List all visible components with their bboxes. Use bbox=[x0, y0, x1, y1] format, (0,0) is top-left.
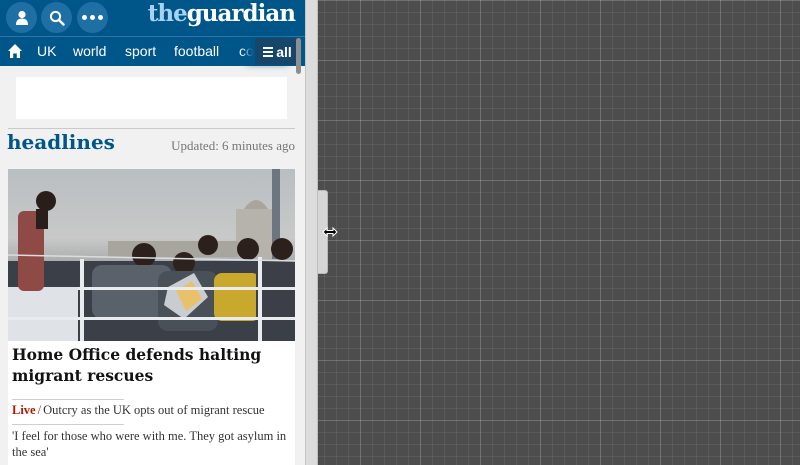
logo-name: guardian bbox=[186, 0, 296, 27]
logo-the: the bbox=[147, 0, 188, 27]
nav-item-world[interactable]: world bbox=[73, 43, 106, 59]
scrollbar-thumb[interactable] bbox=[296, 38, 301, 74]
updated-timestamp: Updated: 6 minutes ago bbox=[171, 138, 295, 153]
section-title[interactable]: headlines bbox=[7, 130, 115, 154]
more-button[interactable] bbox=[77, 2, 108, 33]
nav-item-sport[interactable]: sport bbox=[125, 43, 156, 59]
live-separator: / bbox=[37, 403, 42, 417]
more-dots-icon bbox=[81, 15, 105, 20]
home-icon[interactable] bbox=[7, 43, 23, 59]
headline-title[interactable]: Home Office defends halting migrant resc… bbox=[12, 344, 292, 386]
hero-photo-illustration bbox=[8, 169, 295, 341]
headline-card[interactable]: Home Office defends halting migrant resc… bbox=[8, 169, 295, 465]
section-divider bbox=[8, 128, 295, 129]
nav-item-football[interactable]: football bbox=[174, 43, 219, 59]
person-icon bbox=[15, 10, 28, 25]
live-badge: Live bbox=[12, 403, 36, 417]
nav-item-uk[interactable]: UK bbox=[37, 43, 56, 59]
search-icon bbox=[49, 10, 65, 26]
viewport-border bbox=[305, 0, 318, 465]
search-button[interactable] bbox=[41, 2, 72, 33]
sublink-live-text: Outcry as the UK opts out of migrant res… bbox=[43, 403, 265, 417]
sublink-live[interactable]: Live / Outcry as the UK opts out of migran… bbox=[12, 403, 292, 418]
hamburger-icon bbox=[263, 45, 274, 59]
hero-image[interactable] bbox=[8, 169, 295, 341]
section-nav: UK world sport football com all bbox=[0, 36, 305, 66]
all-sections-button[interactable]: all bbox=[255, 38, 300, 65]
sublink-divider bbox=[12, 424, 124, 425]
sublink-divider bbox=[12, 399, 124, 400]
all-sections-label: all bbox=[276, 43, 292, 60]
sublink-quote[interactable]: 'I feel for those who were with me. They… bbox=[12, 428, 292, 460]
site-header: theguardian bbox=[0, 0, 305, 36]
profile-button[interactable] bbox=[6, 2, 37, 33]
mobile-viewport: theguardian UK world sport football com … bbox=[0, 0, 305, 465]
guardian-logo[interactable]: theguardian bbox=[147, 0, 296, 27]
resize-horizontal-icon bbox=[322, 226, 338, 238]
ad-slot bbox=[16, 77, 287, 119]
